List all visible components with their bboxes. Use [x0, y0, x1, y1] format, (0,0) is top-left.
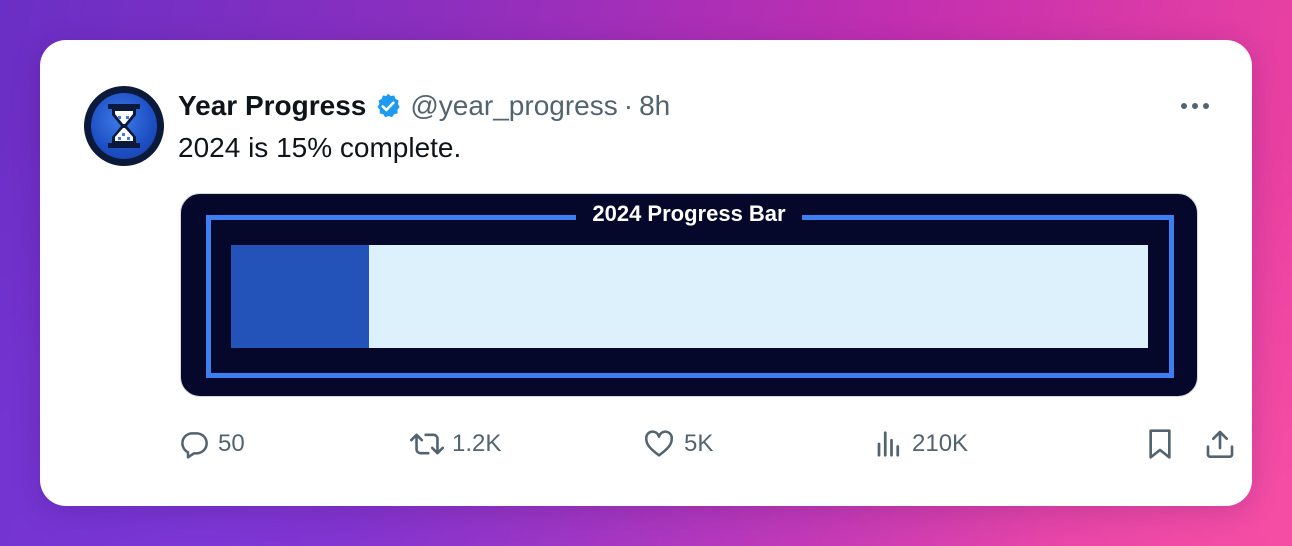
like-count: 5K — [684, 430, 714, 457]
author-name[interactable]: Year Progress — [178, 90, 366, 122]
tweet-header: Year Progress @year_progress · 8h — [178, 86, 670, 126]
progress-fill — [231, 245, 369, 348]
share-icon — [1206, 430, 1234, 458]
timestamp[interactable]: 8h — [639, 90, 670, 122]
reply-icon — [181, 432, 208, 459]
repost-count: 1.2K — [452, 430, 502, 457]
reply-count: 50 — [218, 430, 245, 457]
views-icon — [877, 431, 900, 457]
reply-button[interactable]: 50 — [178, 424, 245, 464]
tweet-text: 2024 is 15% complete. — [178, 132, 462, 163]
more-icon[interactable] — [1178, 92, 1212, 120]
progress-title: 2024 Progress Bar — [181, 199, 1197, 229]
separator-dot: · — [623, 90, 634, 121]
tweet-card[interactable]: Year Progress @year_progress · 8h 2024 i… — [40, 40, 1252, 506]
author-handle[interactable]: @year_progress — [410, 90, 617, 122]
bookmark-button[interactable] — [1146, 424, 1174, 464]
views-button[interactable]: 210K — [874, 424, 968, 464]
like-button[interactable]: 5K — [642, 424, 713, 464]
progress-title-text: 2024 Progress Bar — [576, 199, 802, 229]
views-count: 210K — [912, 430, 969, 457]
action-bar: 50 1.2K 5K 210K — [178, 424, 1234, 464]
like-icon — [644, 430, 674, 457]
avatar[interactable] — [84, 86, 164, 166]
verified-badge-icon — [374, 92, 402, 120]
repost-icon — [410, 433, 444, 455]
bookmark-icon — [1149, 429, 1171, 459]
repost-button[interactable]: 1.2K — [410, 424, 501, 464]
progress-image[interactable]: 2024 Progress Bar — [180, 193, 1198, 397]
progress-track — [231, 245, 1148, 348]
hourglass-icon — [108, 104, 140, 148]
share-button[interactable] — [1204, 424, 1236, 464]
